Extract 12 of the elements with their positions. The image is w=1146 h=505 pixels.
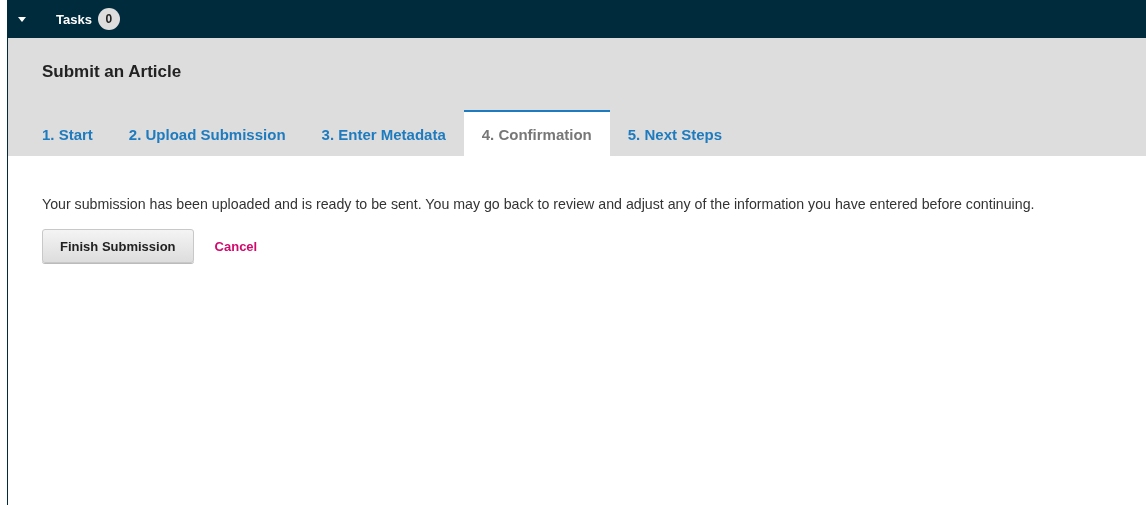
cancel-link[interactable]: Cancel — [214, 238, 258, 254]
confirmation-message: Your submission has been uploaded and is ready to be sent. You may go back to review and adjust any of the information you have entered before continuing. — [42, 196, 1036, 212]
step-tab[interactable]: 4. Confirmation — [463, 110, 610, 156]
tasks-label[interactable]: Tasks — [56, 11, 92, 27]
step-tab[interactable]: 1. Start — [24, 110, 111, 156]
tasks-count: 0 — [97, 8, 120, 30]
caret-icon[interactable] — [18, 16, 26, 22]
step-tab[interactable]: 2. Upload Submission — [110, 110, 304, 156]
finish-submission-button[interactable]: Finish Submission — [42, 229, 194, 263]
step-tab[interactable]: 3. Enter Metadata — [303, 110, 464, 156]
step-tab[interactable]: 5. Next Steps — [609, 110, 740, 156]
page-title: Submit an Article — [42, 62, 183, 82]
